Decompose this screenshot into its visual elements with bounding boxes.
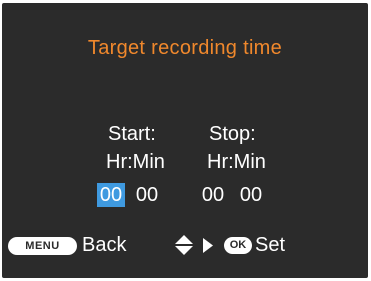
ok-button[interactable]: OK [224,237,252,254]
back-label: Back [82,234,127,256]
stop-label: Stop: [209,123,256,145]
start-minute-field[interactable]: 00 [133,183,161,207]
start-hour-field[interactable]: 00 [97,183,125,207]
stop-hour-field[interactable]: 00 [199,183,227,207]
start-label: Start: [108,123,156,145]
page-title: Target recording time [87,37,283,59]
up-down-arrow-icon [175,235,193,255]
camera-screen: Target recording time Start: Stop: Hr:Mi… [2,3,368,278]
right-arrow-icon [203,238,213,253]
set-label: Set [255,234,286,256]
menu-button[interactable]: MENU [8,237,77,255]
stop-minute-field[interactable]: 00 [237,183,265,207]
stop-format-label: Hr:Min [207,151,266,173]
start-format-label: Hr:Min [106,151,165,173]
